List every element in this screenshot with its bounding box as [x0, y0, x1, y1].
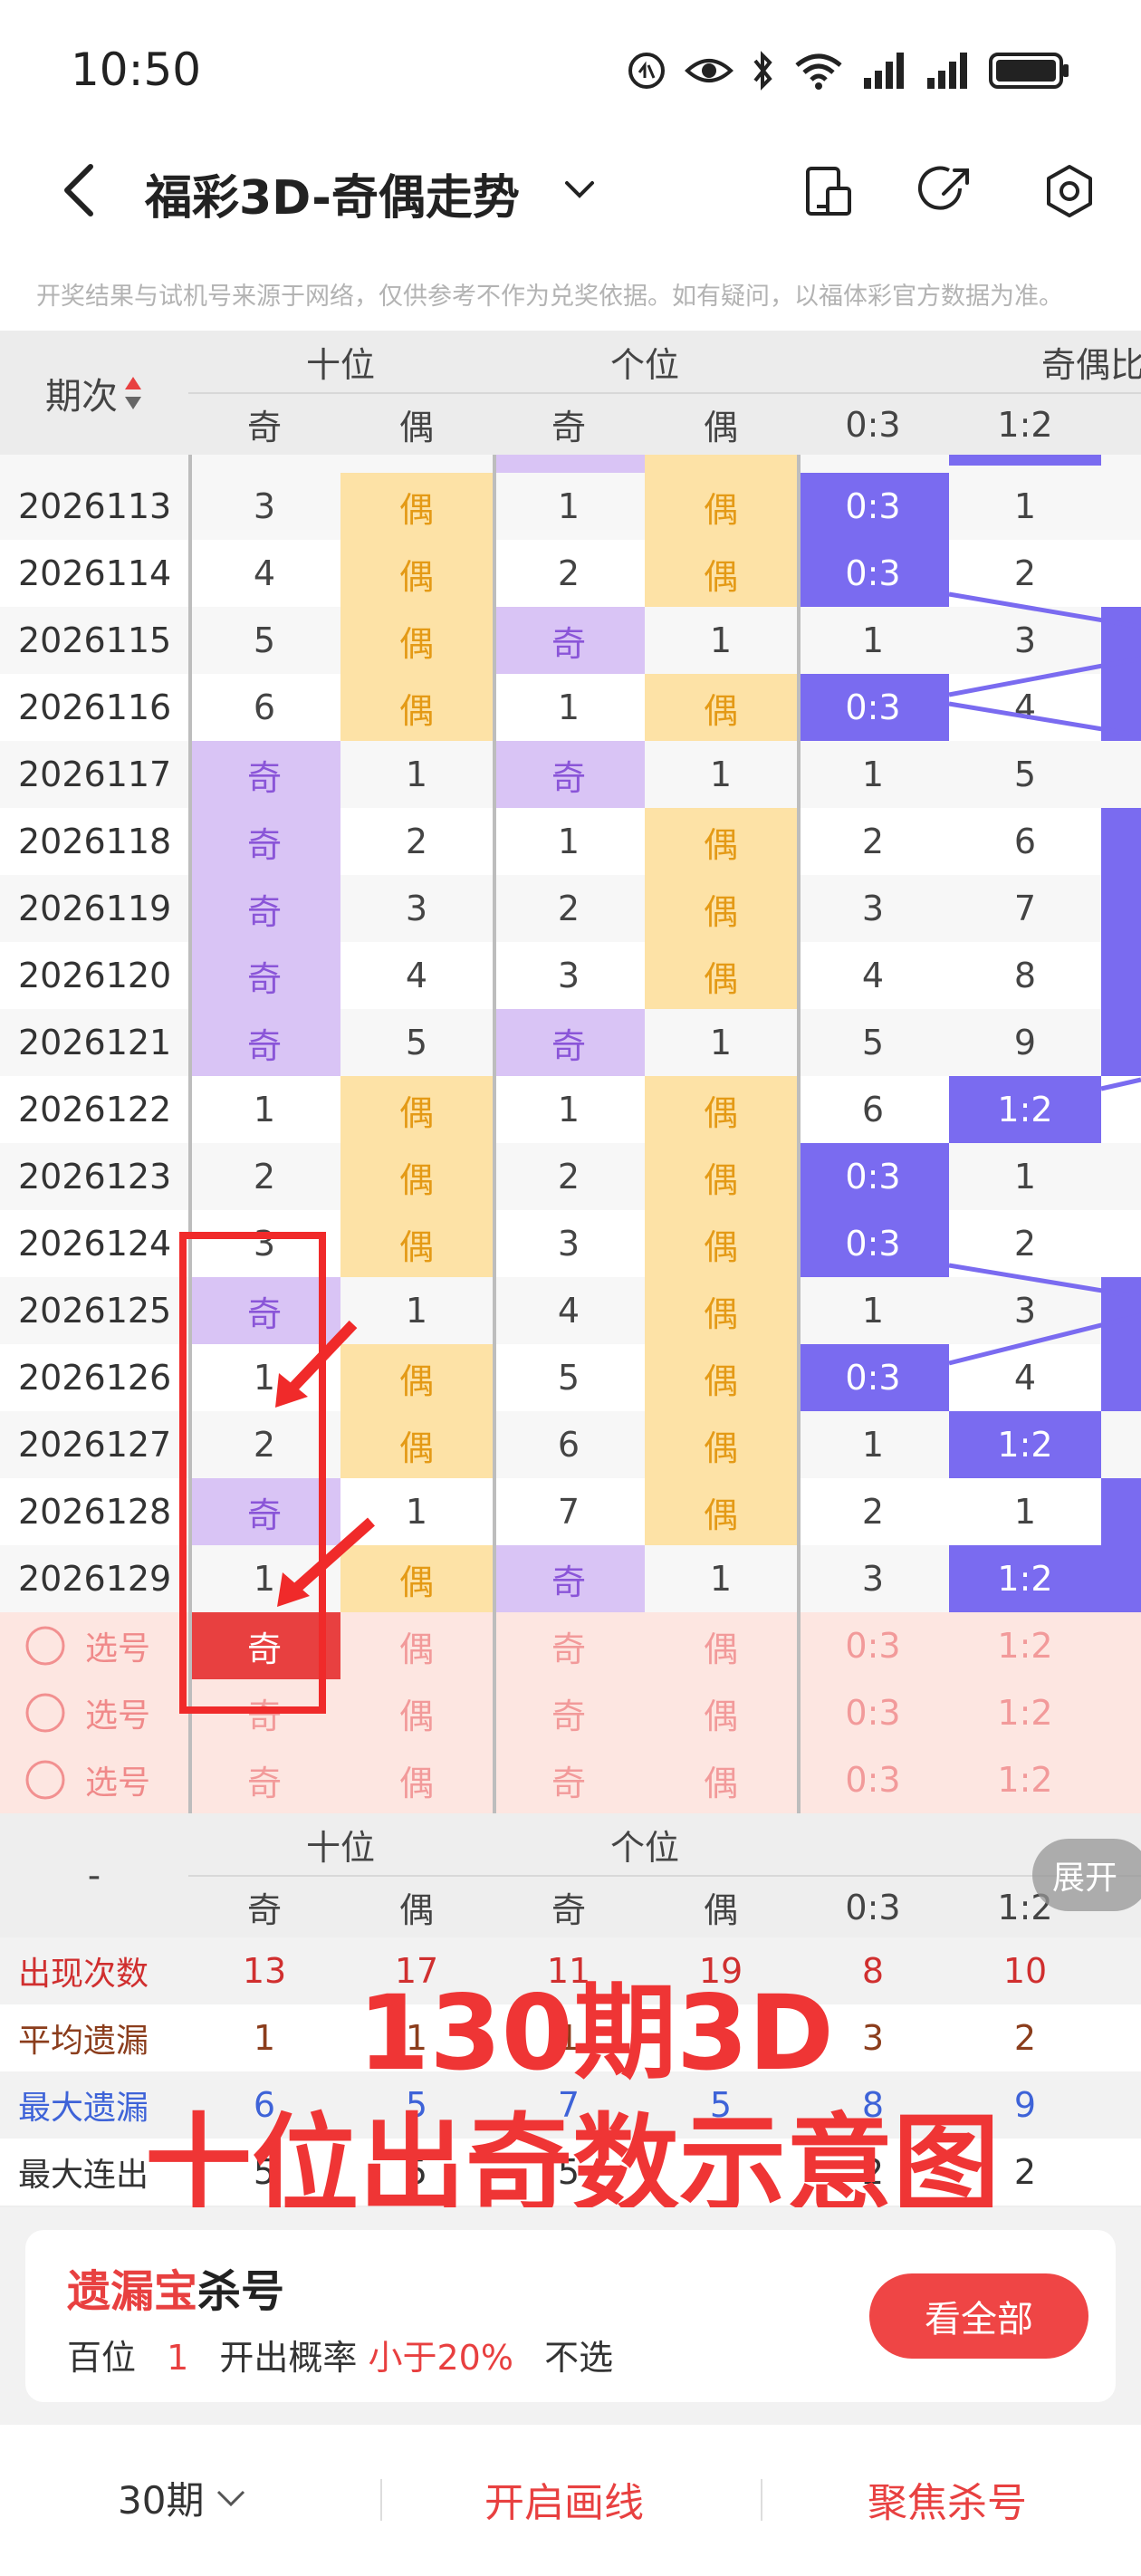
subheader-cell: 奇 — [246, 408, 282, 447]
select-row[interactable]: 选号奇偶奇偶 0:3 1:2 — [0, 1746, 1141, 1813]
focus-kill-button[interactable]: 聚焦杀号 — [868, 2470, 1027, 2528]
select-option[interactable]: 1:2 — [949, 1612, 1101, 1679]
stats-subheader-cell: 奇 — [551, 1890, 586, 1930]
radio-circle-icon[interactable] — [24, 1624, 67, 1668]
draw-lines-button[interactable]: 开启画线 — [484, 2470, 644, 2528]
trend-lines — [948, 591, 1141, 1366]
table-header: 期次 十位 个位 奇偶比 奇 偶 奇 偶 0:3 1:2 — [0, 331, 1141, 455]
select-option[interactable]: 偶 — [340, 1612, 493, 1679]
battery-icon — [989, 53, 1069, 89]
select-option[interactable]: 偶 — [340, 1679, 493, 1746]
overlay-title-line1: 130期3D — [358, 1973, 834, 2093]
stats-subheader-cell: 偶 — [398, 1890, 434, 1930]
stats-group-tens: 十位 — [305, 1827, 375, 1868]
subheader-cell: 0:3 — [845, 404, 901, 445]
select-option[interactable]: 偶 — [645, 1679, 797, 1746]
stats-label: 平均遗漏 — [18, 2023, 149, 2060]
subheader-row: 奇 偶 奇 偶 0:3 1:2 — [0, 394, 1141, 455]
back-arrow-icon[interactable] — [54, 161, 109, 219]
disclaimer-notice: 开奖结果与试机号来源于网络，仅供参考不作为兑奖依据。如有疑问，以福体彩官方数据为… — [36, 283, 1063, 311]
stats-label: 最大遗漏 — [18, 2090, 149, 2127]
stats-value: 13 — [242, 1951, 287, 1991]
select-option[interactable]: 0:3 — [797, 1746, 949, 1813]
chevron-down-icon — [217, 2490, 245, 2506]
overlay-title-line2: 十位出奇数示意图 — [145, 2102, 1001, 2227]
group-header-units: 个位 — [609, 344, 679, 385]
promo-title: 遗漏宝杀号 — [67, 2255, 284, 2319]
bluetooth-icon — [753, 51, 772, 91]
select-label[interactable]: 选号 — [0, 1746, 188, 1813]
eye-icon — [685, 59, 734, 82]
status-icons — [627, 45, 1070, 96]
expand-button[interactable]: 展开 — [1032, 1839, 1141, 1911]
stats-subheader-cell: 偶 — [703, 1890, 738, 1930]
stats-subheader-cell: 0:3 — [845, 1887, 901, 1927]
select-option[interactable]: 奇 — [493, 1746, 645, 1813]
select-option[interactable]: 0:3 — [797, 1679, 949, 1746]
select-row[interactable]: 选号奇偶奇偶 0:3 1:2 — [0, 1612, 1141, 1679]
signal-icon — [864, 53, 904, 89]
period-select[interactable]: 30期 — [118, 2470, 249, 2525]
signal-icon-2 — [927, 53, 967, 89]
status-bar: 10:50 — [0, 0, 1141, 136]
wifi-icon — [795, 53, 842, 90]
select-option[interactable]: 1:2 — [949, 1746, 1101, 1813]
select-row[interactable]: 选号奇偶奇偶 0:3 1:2 — [0, 1679, 1141, 1746]
promo-title-rest: 杀号 — [197, 2266, 285, 2317]
select-option[interactable]: 偶 — [645, 1612, 797, 1679]
hd-call-icon — [628, 53, 665, 89]
stats-value: 1 — [253, 2018, 276, 2058]
stats-subheader-cell: 奇 — [246, 1890, 282, 1930]
promo-desc: 百位 1 开出概率 小于20% 不选 — [67, 2338, 614, 2378]
share-icon[interactable] — [916, 161, 976, 221]
view-all-button[interactable]: 看全部 — [869, 2273, 1088, 2359]
select-label[interactable]: 选号 — [0, 1679, 188, 1746]
select-option[interactable]: 0:3 — [797, 1612, 949, 1679]
bottom-bar: 30期 开启画线 聚焦杀号 — [0, 2425, 1141, 2576]
stats-value: 10 — [1002, 1951, 1048, 1991]
select-option[interactable]: 奇 — [493, 1679, 645, 1746]
stats-label: 出现次数 — [18, 1956, 149, 1993]
select-label[interactable]: 选号 — [0, 1612, 188, 1679]
promo-title-brand: 遗漏宝 — [67, 2266, 198, 2317]
select-option[interactable]: 偶 — [645, 1746, 797, 1813]
select-option[interactable]: 奇 — [493, 1612, 645, 1679]
settings-icon[interactable] — [1040, 161, 1099, 221]
app-header: 福彩3D-奇偶走势 — [0, 136, 1141, 245]
chevron-down-icon[interactable] — [561, 174, 598, 207]
subheader-cell: 偶 — [703, 408, 738, 447]
stats-label: 最大连出 — [18, 2157, 149, 2194]
device-switch-icon[interactable] — [799, 161, 858, 221]
stats-group-units: 个位 — [609, 1827, 679, 1868]
promo-card: 遗漏宝杀号 百位 1 开出概率 小于20% 不选 看全部 — [25, 2230, 1116, 2402]
subheader-cell: 1:2 — [997, 404, 1053, 445]
radio-circle-icon[interactable] — [24, 1758, 67, 1802]
subheader-cell: 奇 — [551, 408, 586, 447]
stats-value: 2 — [1013, 2018, 1037, 2058]
select-option[interactable]: 偶 — [340, 1746, 493, 1813]
group-header-ratio: 奇偶比 — [1041, 344, 1141, 385]
select-option[interactable]: 奇 — [188, 1746, 340, 1813]
subheader-cell: 偶 — [398, 408, 434, 447]
group-header-tens: 十位 — [305, 344, 375, 385]
annotation-arrows — [275, 1320, 375, 1607]
page-title[interactable]: 福彩3D-奇偶走势 — [145, 159, 520, 227]
radio-circle-icon[interactable] — [24, 1691, 67, 1735]
status-time: 10:50 — [71, 43, 202, 96]
select-option[interactable]: 1:2 — [949, 1679, 1101, 1746]
